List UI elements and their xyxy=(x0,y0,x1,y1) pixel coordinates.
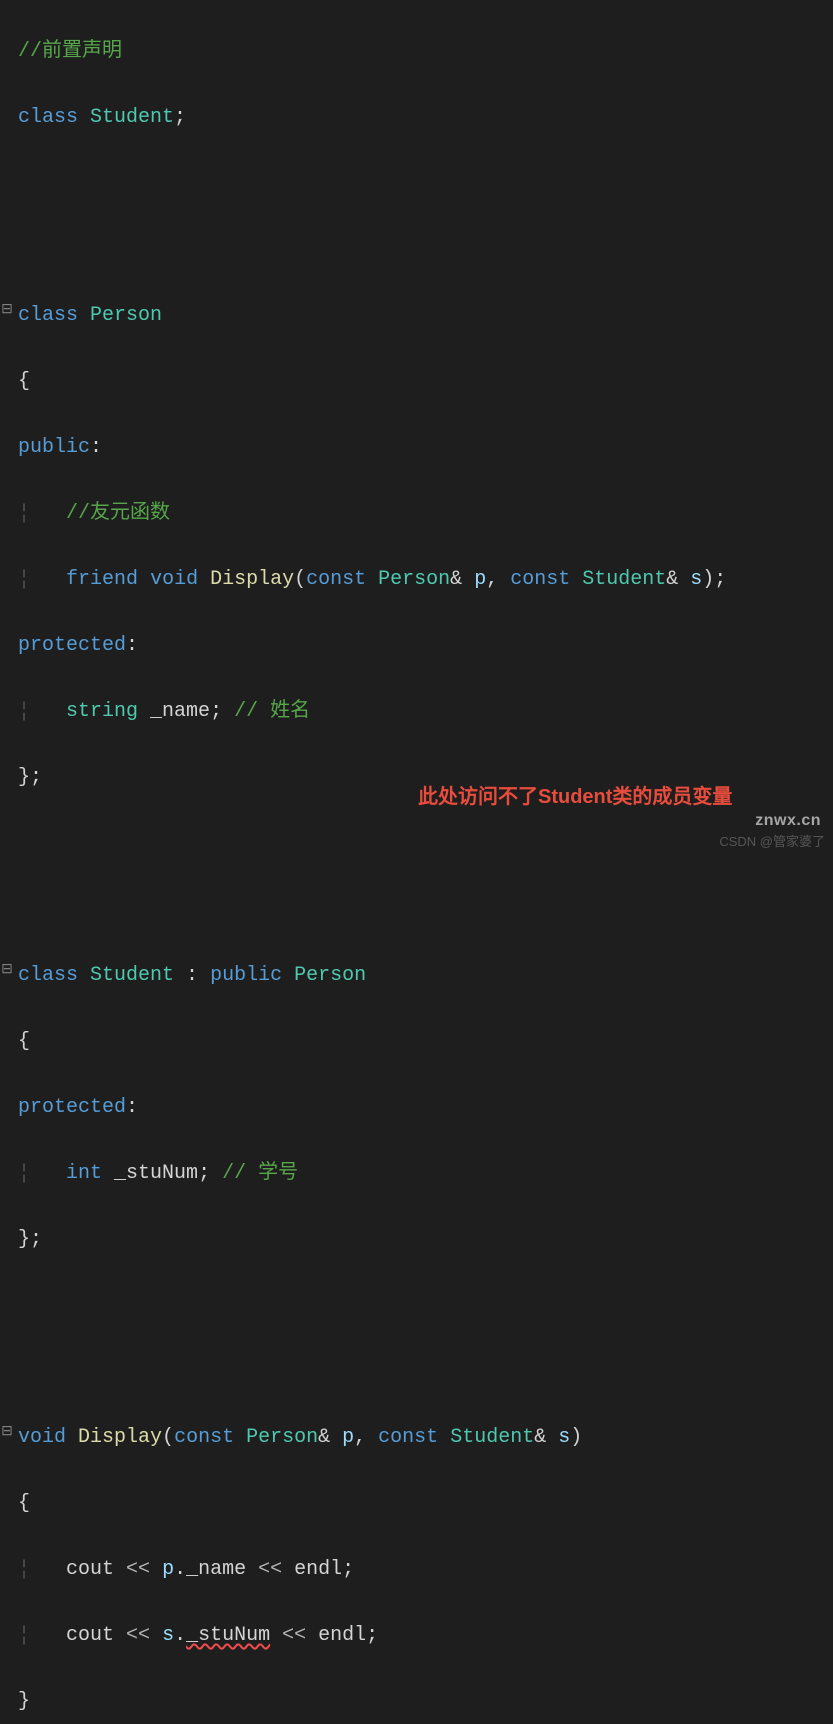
code-line: protected: xyxy=(0,629,833,662)
code-line: }; xyxy=(0,1223,833,1256)
code-line: ¦ cout << s._stuNum << endl; xyxy=(0,1619,833,1652)
code-line: class Student; xyxy=(0,101,833,134)
code-line: { xyxy=(0,1025,833,1058)
code-line: { xyxy=(0,1487,833,1520)
code-line: ¦ int _stuNum; // 学号 xyxy=(0,1157,833,1190)
code-line: ⊟class Person xyxy=(0,299,833,332)
code-line: ¦ friend void Display(const Person& p, c… xyxy=(0,563,833,596)
code-line: { xyxy=(0,365,833,398)
code-line: } xyxy=(0,1685,833,1718)
code-editor: //前置声明 class Student; ⊟class Person { pu… xyxy=(0,0,833,1724)
error-annotation: 此处访问不了Student类的成员变量 xyxy=(418,782,778,812)
code-line: ¦ cout << p._name << endl; xyxy=(0,1553,833,1586)
error-member: _stuNum xyxy=(186,1624,270,1647)
code-line: protected: xyxy=(0,1091,833,1124)
code-line: public: xyxy=(0,431,833,464)
watermark-author: CSDN @管家婆了 xyxy=(719,831,825,852)
comment: //前置声明 xyxy=(18,40,122,63)
code-line: ¦ //友元函数 xyxy=(0,497,833,530)
code-line: ⊟void Display(const Person& p, const Stu… xyxy=(0,1421,833,1454)
fold-icon[interactable]: ⊟ xyxy=(0,299,14,322)
fold-icon[interactable]: ⊟ xyxy=(0,1421,14,1444)
fold-icon[interactable]: ⊟ xyxy=(0,959,14,982)
code-line: //前置声明 xyxy=(0,35,833,68)
code-line: ¦ string _name; // 姓名 xyxy=(0,695,833,728)
code-line: ⊟class Student : public Person xyxy=(0,959,833,992)
